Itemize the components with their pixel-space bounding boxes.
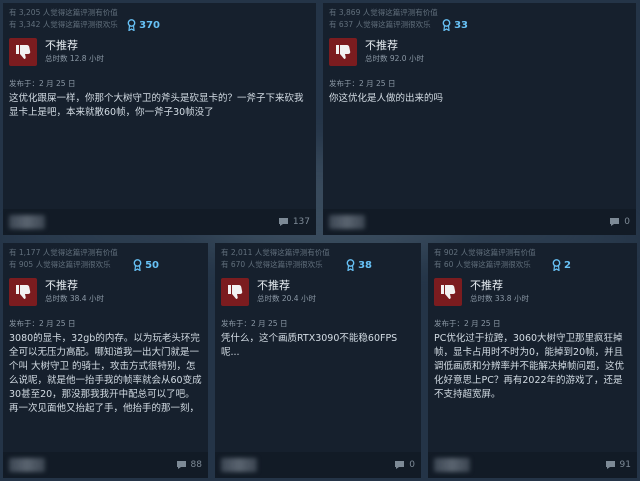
thumbs-down-icon: [329, 38, 357, 66]
comment-count-button[interactable]: 0: [609, 217, 630, 227]
avatar[interactable]: [221, 458, 257, 472]
award-count: 50: [145, 259, 159, 271]
helpful-count: 有 902 人觉得这篇评测有价值: [434, 248, 536, 257]
comment-icon: [395, 461, 405, 469]
comment-count: 0: [624, 217, 630, 227]
posted-date: 发布于：2 月 25 日: [9, 319, 76, 328]
comment-icon: [610, 218, 620, 226]
review-footer: 88: [3, 452, 208, 478]
review-text: 这优化跟屎一样，你那个大树守卫的斧头是砍显卡的？一斧子下来砍我显卡上是吧，本来就…: [9, 93, 304, 118]
thumbs-down-icon: [221, 278, 249, 306]
review-footer: 0: [215, 452, 421, 478]
comment-count-button[interactable]: 88: [176, 460, 202, 470]
avatar[interactable]: [329, 215, 365, 229]
review-footer: 91: [428, 452, 637, 478]
award-badge[interactable]: 38: [346, 259, 372, 271]
recommendation-title: 不推荐: [45, 279, 78, 292]
recommendation-header[interactable]: 不推荐 总时数 38.4 小时: [9, 278, 202, 306]
recommendation-title: 不推荐: [45, 39, 78, 52]
hours-played: 总时数 12.8 小时: [45, 54, 104, 63]
award-icon: [442, 19, 451, 31]
review-text: 凭什么，这个画质RTX3090不能稳60FPS呢...: [221, 333, 398, 358]
award-count: 370: [139, 19, 160, 31]
award-badge[interactable]: 33: [442, 19, 468, 31]
thumbs-down-icon: [9, 278, 37, 306]
posted-date: 发布于：2 月 25 日: [434, 319, 501, 328]
review-text: PC优化过于拉跨，3060大树守卫那里疯狂掉帧，显卡占用时不时为0，能掉到20帧…: [434, 333, 625, 400]
avatar[interactable]: [9, 458, 45, 472]
funny-count: 有 3,342 人觉得这篇评测很欢乐: [9, 20, 118, 29]
text-fade: [3, 430, 208, 452]
award-count: 2: [564, 259, 571, 271]
comment-count-button[interactable]: 0: [394, 460, 415, 470]
helpful-count: 有 1,177 人觉得这篇评测有价值: [9, 248, 118, 257]
award-icon: [127, 19, 136, 31]
review-card: 有 2,011 人觉得这篇评测有价值 有 670 人觉得这篇评测很欢乐 38 不…: [215, 243, 421, 478]
review-footer: 0: [323, 209, 636, 235]
helpful-count: 有 2,011 人觉得这篇评测有价值: [221, 248, 330, 257]
funny-count: 有 60 人觉得这篇评测很欢乐: [434, 260, 531, 269]
posted-date: 发布于：2 月 25 日: [9, 79, 76, 88]
recommendation-title: 不推荐: [257, 279, 290, 292]
funny-count: 有 637 人觉得这篇评测很欢乐: [329, 20, 431, 29]
review-footer: 137: [3, 209, 316, 235]
recommendation-header[interactable]: 不推荐 总时数 12.8 小时: [9, 38, 310, 66]
award-count: 33: [454, 19, 468, 31]
award-icon: [133, 259, 142, 271]
hours-played: 总时数 38.4 小时: [45, 294, 104, 303]
avatar[interactable]: [9, 215, 45, 229]
helpful-count: 有 3,869 人觉得这篇评测有价值: [329, 8, 438, 17]
award-badge[interactable]: 50: [133, 259, 159, 271]
comment-count: 137: [292, 217, 310, 227]
thumbs-down-icon: [9, 38, 37, 66]
award-icon: [552, 259, 561, 271]
review-card: 有 1,177 人觉得这篇评测有价值 有 905 人觉得这篇评测很欢乐 50 不…: [3, 243, 208, 478]
review-card: 有 3,205 人觉得这篇评测有价值 有 3,342 人觉得这篇评测很欢乐 37…: [3, 3, 316, 235]
review-card: 有 3,869 人觉得这篇评测有价值 有 637 人觉得这篇评测很欢乐 33 不…: [323, 3, 636, 235]
review-text: 你这优化是人做的出来的吗: [329, 93, 444, 104]
comment-count: 91: [619, 460, 631, 470]
comment-count-button[interactable]: 91: [605, 460, 631, 470]
comment-count-button[interactable]: 137: [278, 217, 310, 227]
review-text: 3080的显卡，32gb的内存。以为玩老头环完全可以无压力高配。哪知道我一出大门…: [9, 333, 202, 414]
avatar[interactable]: [434, 458, 470, 472]
thumbs-down-icon: [434, 278, 462, 306]
recommendation-header[interactable]: 不推荐 总时数 20.4 小时: [221, 278, 415, 306]
hours-played: 总时数 20.4 小时: [257, 294, 316, 303]
helpful-count: 有 3,205 人觉得这篇评测有价值: [9, 8, 118, 17]
award-badge[interactable]: 2: [552, 259, 571, 271]
award-badge[interactable]: 370: [127, 19, 160, 31]
recommendation-header[interactable]: 不推荐 总时数 33.8 小时: [434, 278, 631, 306]
award-icon: [346, 259, 355, 271]
comment-icon: [176, 461, 186, 469]
hours-played: 总时数 33.8 小时: [470, 294, 529, 303]
hours-played: 总时数 92.0 小时: [365, 54, 424, 63]
posted-date: 发布于：2 月 25 日: [221, 319, 288, 328]
comment-count: 88: [190, 460, 202, 470]
posted-date: 发布于：2 月 25 日: [329, 79, 396, 88]
funny-count: 有 670 人觉得这篇评测很欢乐: [221, 260, 323, 269]
comment-icon: [605, 461, 615, 469]
recommendation-header[interactable]: 不推荐 总时数 92.0 小时: [329, 38, 630, 66]
comment-count: 0: [409, 460, 415, 470]
award-count: 38: [358, 259, 372, 271]
comment-icon: [278, 218, 288, 226]
funny-count: 有 905 人觉得这篇评测很欢乐: [9, 260, 111, 269]
recommendation-title: 不推荐: [365, 39, 398, 52]
review-card: 有 902 人觉得这篇评测有价值 有 60 人觉得这篇评测很欢乐 2 不推荐 总…: [428, 243, 637, 478]
recommendation-title: 不推荐: [470, 279, 503, 292]
